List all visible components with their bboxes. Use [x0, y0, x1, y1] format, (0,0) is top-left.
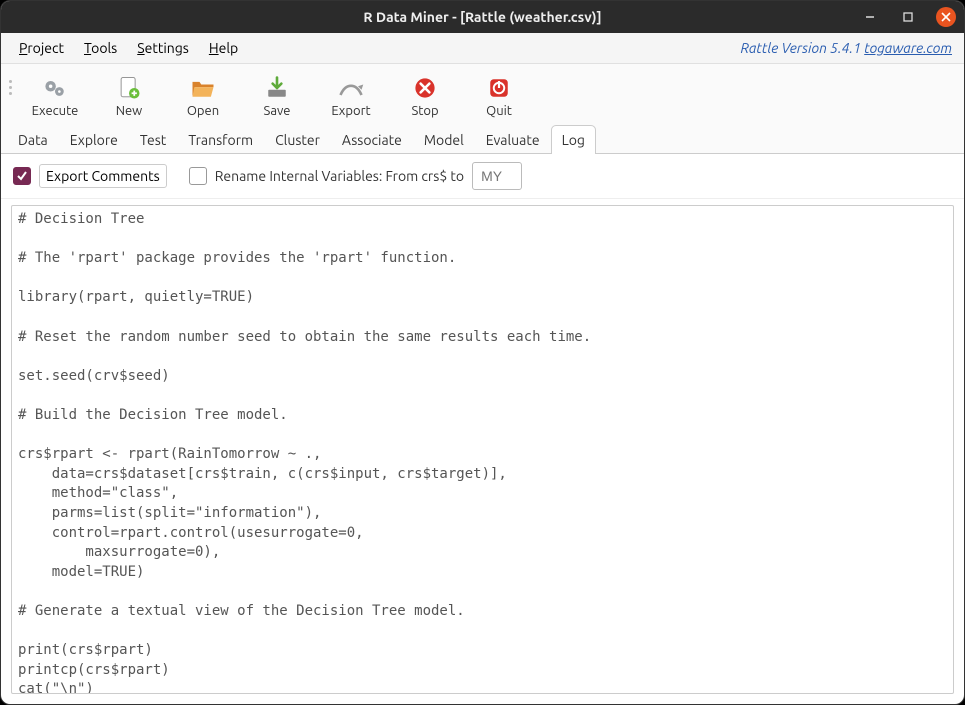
export-icon [337, 74, 365, 102]
new-button[interactable]: New [94, 70, 164, 120]
app-window: R Data Miner - [Rattle (weather.csv)] Pr… [0, 0, 965, 705]
maximize-button[interactable] [898, 7, 918, 27]
export-comments-label: Export Comments [39, 164, 167, 188]
rename-vars-checkbox[interactable] [189, 167, 207, 185]
version-link[interactable]: togaware.com [864, 40, 952, 56]
new-doc-icon [115, 74, 143, 102]
tab-associate[interactable]: Associate [331, 125, 413, 154]
save-icon [263, 74, 291, 102]
window-title: R Data Miner - [Rattle (weather.csv)] [363, 9, 601, 25]
tab-data[interactable]: Data [7, 125, 59, 154]
stop-button[interactable]: Stop [390, 70, 460, 120]
log-options: Export Comments Rename Internal Variable… [1, 154, 964, 199]
save-button[interactable]: Save [242, 70, 312, 120]
open-button[interactable]: Open [168, 70, 238, 120]
menu-tools[interactable]: Tools [74, 36, 127, 60]
minimize-button[interactable] [860, 7, 880, 27]
close-button[interactable] [936, 7, 956, 27]
gears-icon [41, 74, 69, 102]
rename-vars-label: Rename Internal Variables: From crs$ to [215, 168, 464, 184]
menubar: Project Tools Settings Help Rattle Versi… [1, 33, 964, 64]
rename-vars-input[interactable] [472, 162, 522, 190]
power-icon [485, 74, 513, 102]
tab-transform[interactable]: Transform [177, 125, 264, 154]
version-text: Rattle Version 5.4.1 togaware.com [740, 40, 956, 56]
menu-settings[interactable]: Settings [127, 36, 199, 60]
folder-open-icon [189, 74, 217, 102]
menu-project[interactable]: Project [9, 36, 74, 60]
tab-model[interactable]: Model [413, 125, 475, 154]
tab-cluster[interactable]: Cluster [264, 125, 331, 154]
tab-test[interactable]: Test [129, 125, 177, 154]
export-comments-checkbox[interactable] [13, 167, 31, 185]
tab-explore[interactable]: Explore [59, 125, 129, 154]
stop-icon [411, 74, 439, 102]
menu-project-rest: roject [27, 40, 64, 56]
tab-evaluate[interactable]: Evaluate [475, 125, 551, 154]
log-text[interactable]: # Decision Tree # The 'rpart' package pr… [12, 206, 953, 693]
tabbar: Data Explore Test Transform Cluster Asso… [1, 124, 964, 154]
menu-help[interactable]: Help [199, 36, 248, 60]
toolbar: Execute New Open Save Export [1, 64, 964, 124]
titlebar: R Data Miner - [Rattle (weather.csv)] [1, 1, 964, 33]
quit-button[interactable]: Quit [464, 70, 534, 120]
tab-log[interactable]: Log [551, 125, 596, 154]
log-panel: # Decision Tree # The 'rpart' package pr… [11, 205, 954, 694]
toolbar-grip [7, 70, 16, 95]
export-button[interactable]: Export [316, 70, 386, 120]
execute-button[interactable]: Execute [20, 70, 90, 120]
